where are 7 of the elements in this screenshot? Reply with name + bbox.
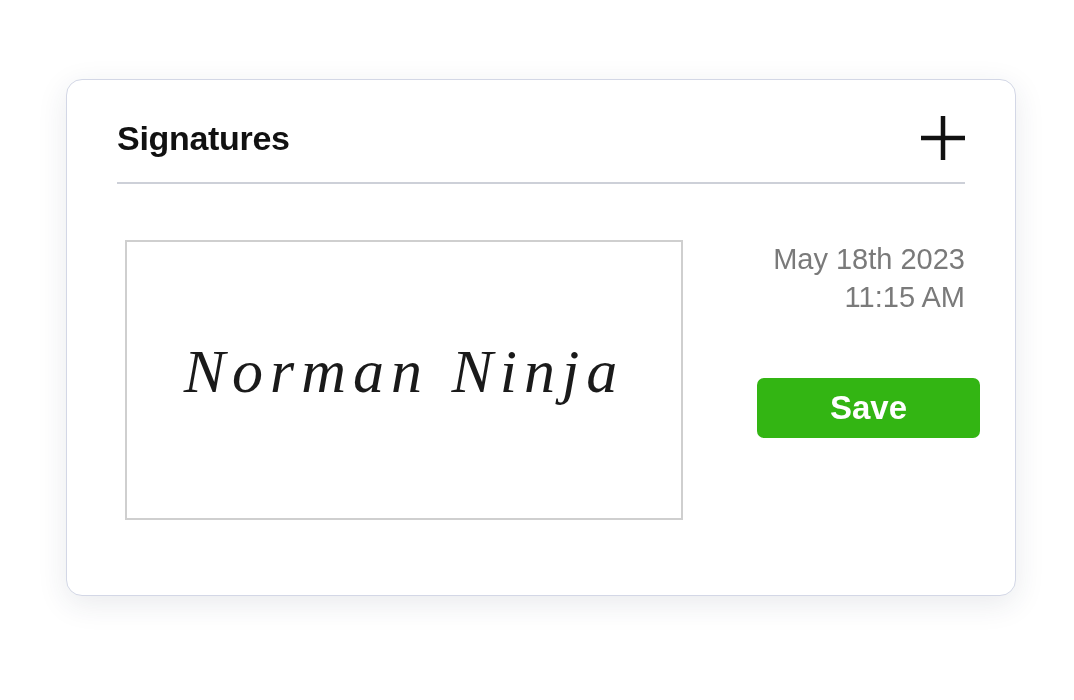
signature-time: 11:15 AM xyxy=(844,280,965,315)
signature-date: May 18th 2023 xyxy=(773,242,965,277)
plus-icon xyxy=(921,116,965,160)
save-button[interactable]: Save xyxy=(757,378,980,438)
card-title: Signatures xyxy=(117,118,290,158)
handwritten-signature: Norman Ninja xyxy=(183,335,625,407)
add-button[interactable] xyxy=(921,116,965,160)
